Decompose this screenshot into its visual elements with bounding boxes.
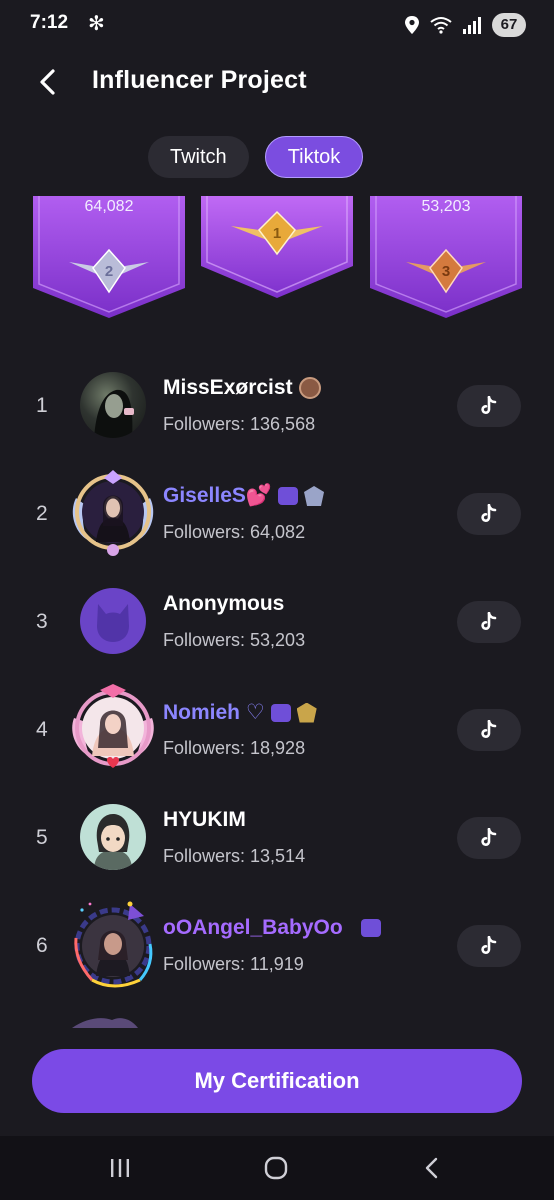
wifi-icon — [430, 17, 452, 34]
rank-number: 4 — [36, 718, 48, 741]
name-line: Nomieh ♡ — [163, 700, 317, 725]
name-line: Anonymous — [163, 592, 284, 616]
silver-rank-label: 2 — [105, 263, 113, 280]
back-nav-icon — [425, 1157, 438, 1179]
tiktok-profile-button[interactable] — [457, 925, 521, 967]
tiktok-profile-button[interactable] — [457, 601, 521, 643]
recent-apps-button[interactable] — [100, 1154, 140, 1182]
crown-badge-icon — [360, 919, 381, 937]
heart-wing-frame-icon — [72, 684, 154, 768]
rank-number: 1 — [36, 394, 48, 417]
star-badge-icon — [304, 486, 325, 506]
podium-second-place[interactable]: 64,082 2 — [33, 196, 185, 320]
angel-wing-frame-icon — [72, 470, 154, 556]
user-name[interactable]: Anonymous — [163, 592, 284, 616]
list-item[interactable]: 1 MissExørcist Followers: 136,568 — [0, 352, 554, 460]
user-name[interactable]: MissExørcist — [163, 376, 293, 400]
home-icon — [264, 1156, 288, 1180]
name-line: HYUKIM — [163, 808, 246, 832]
status-time: 7:12 — [30, 12, 69, 33]
followers-count: Followers: 11,919 — [163, 954, 304, 974]
gold-rank-label: 1 — [273, 225, 281, 242]
tiktok-icon — [481, 720, 497, 738]
list-item[interactable]: 3 Anonymous Followers: 53,203 — [0, 568, 554, 676]
location-icon — [405, 16, 419, 34]
rank-number: 3 — [36, 610, 48, 633]
list-item[interactable]: 4 Nomieh ♡ Followers: 18,928 — [0, 676, 554, 784]
page-title: Influencer Project — [92, 66, 307, 94]
crown-badge-icon — [278, 487, 299, 505]
user-name[interactable]: GiselleS💕 — [163, 484, 272, 508]
avatar[interactable] — [80, 372, 146, 438]
next-row-avatar-frame-peek — [72, 1018, 138, 1028]
list-item[interactable]: 5 HYUKIM Followers: 13,514 — [0, 784, 554, 892]
recent-apps-icon — [111, 1159, 129, 1177]
avatar[interactable] — [80, 804, 146, 870]
back-arrow-icon — [40, 69, 55, 95]
podium: 64,082 2 1 53,203 3 — [0, 196, 554, 326]
user-name[interactable]: HYUKIM — [163, 808, 246, 832]
bronze-rank-label: 3 — [442, 263, 450, 280]
birthday-frame-icon — [74, 901, 153, 988]
name-line: GiselleS💕 — [163, 484, 325, 508]
podium-third-place[interactable]: 53,203 3 — [370, 196, 522, 320]
third-place-value: 53,203 — [421, 198, 471, 215]
anonymous-avatar[interactable] — [80, 588, 146, 654]
my-certification-button[interactable]: My Certification — [32, 1049, 522, 1113]
name-line: oOAngel_BabyOo — [163, 916, 381, 940]
status-icons: 67 — [404, 12, 526, 38]
header: Influencer Project — [0, 52, 554, 112]
crown-badge-icon — [270, 703, 291, 722]
followers-count: Followers: 53,203 — [163, 630, 306, 650]
followers-count: Followers: 136,568 — [163, 414, 316, 434]
list-item[interactable]: 6 oOAngel_BabyOo Followers: 11,919 — [0, 892, 554, 1000]
tiktok-icon — [481, 396, 497, 414]
back-nav-button[interactable] — [412, 1154, 452, 1182]
cat-silhouette-icon — [97, 604, 129, 642]
second-place-value: 64,082 — [84, 198, 134, 215]
tiktok-icon — [481, 504, 497, 522]
back-button[interactable] — [30, 64, 66, 100]
tiktok-profile-button[interactable] — [457, 709, 521, 751]
tiktok-icon — [481, 936, 497, 954]
tab-tiktok[interactable]: Tiktok — [264, 136, 364, 178]
podium-first-place[interactable]: 1 — [201, 196, 353, 300]
tiktok-profile-button[interactable] — [457, 817, 521, 859]
gold-rank-emblem-icon: 1 — [231, 210, 323, 256]
user-name[interactable]: oOAngel_BabyOo — [163, 916, 343, 940]
sync-icon: ✻ — [88, 13, 105, 35]
followers-count: Followers: 13,514 — [163, 846, 306, 866]
tiktok-profile-button[interactable] — [457, 385, 521, 427]
rank-number: 2 — [36, 502, 48, 525]
list-item[interactable]: 2 GiselleS💕 Followers: 64,082 — [0, 460, 554, 568]
followers-count: Followers: 64,082 — [163, 522, 306, 542]
platform-tabs: Twitch Tiktok — [148, 136, 364, 178]
tiktok-icon — [481, 612, 497, 630]
status-bar: 7:12 ✻ 67 — [0, 0, 554, 52]
silver-rank-emblem-icon: 2 — [69, 248, 149, 294]
rank-number: 6 — [36, 934, 48, 957]
tiktok-icon — [481, 828, 497, 846]
star-badge-icon — [296, 702, 317, 723]
followers-count: Followers: 18,928 — [163, 738, 306, 758]
system-nav-bar — [0, 1136, 554, 1200]
name-line: MissExørcist — [163, 376, 321, 400]
user-name[interactable]: Nomieh ♡ — [163, 700, 265, 725]
bronze-rank-emblem-icon: 3 — [406, 248, 486, 294]
tab-twitch[interactable]: Twitch — [148, 136, 249, 178]
home-button[interactable] — [256, 1154, 296, 1182]
bronze-level-badge-icon — [298, 377, 321, 399]
tiktok-profile-button[interactable] — [457, 493, 521, 535]
signal-icon — [463, 17, 481, 34]
battery-indicator: 67 — [492, 13, 526, 37]
rank-number: 5 — [36, 826, 48, 849]
